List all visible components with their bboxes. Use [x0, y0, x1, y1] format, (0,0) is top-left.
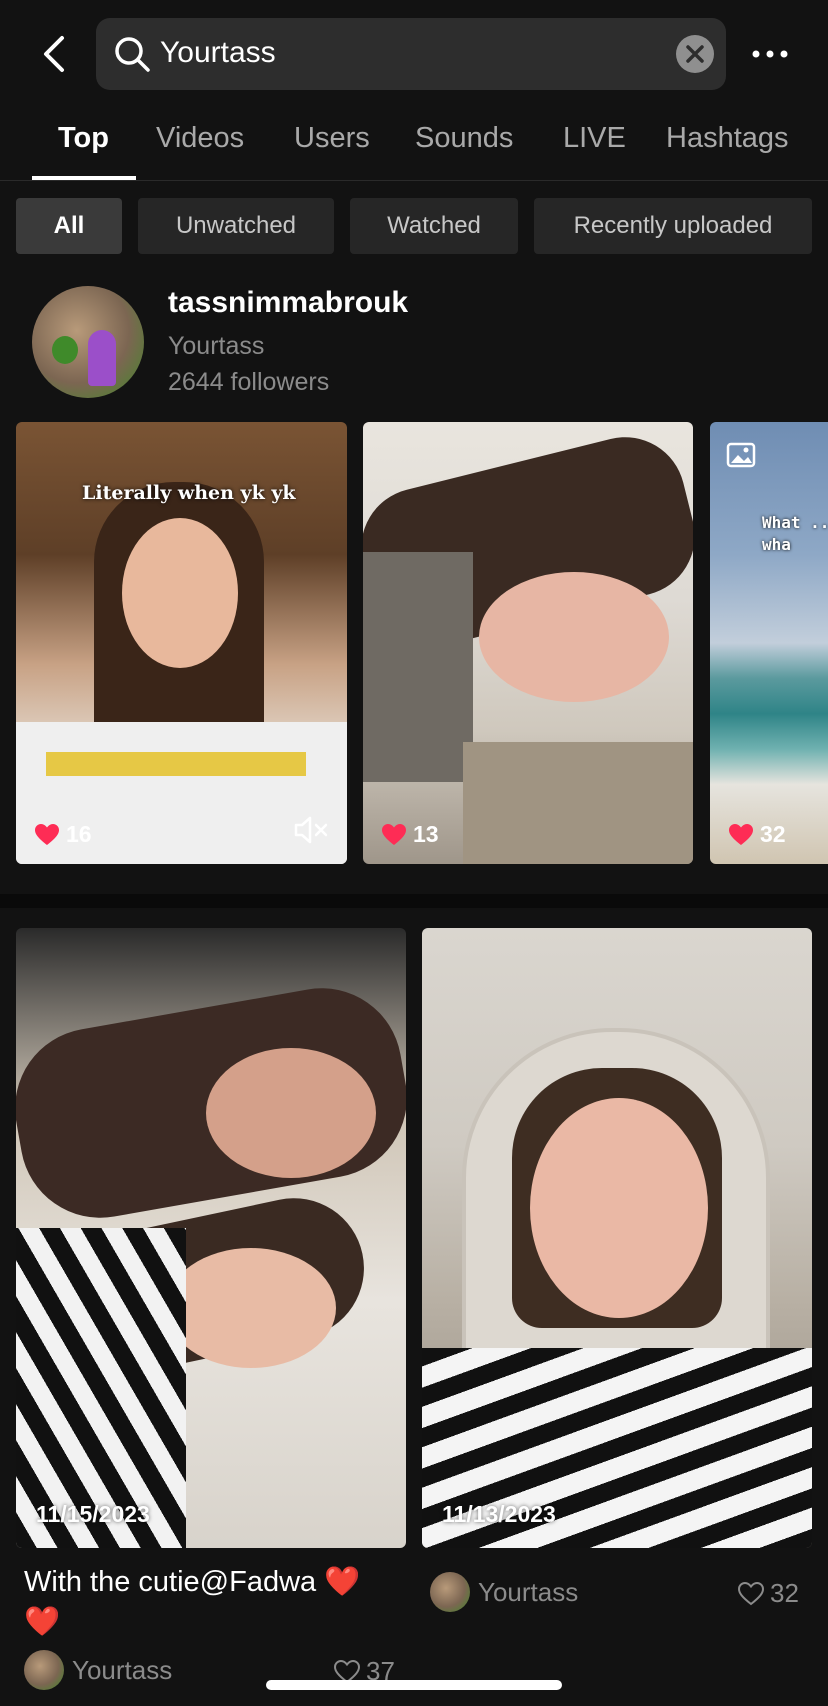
- heart-icon: [35, 823, 59, 845]
- tab-top[interactable]: Top: [58, 122, 109, 155]
- speaker-muted-icon[interactable]: [293, 815, 331, 850]
- filter-unwatched[interactable]: Unwatched: [138, 198, 334, 254]
- video-card[interactable]: 11/15/2023: [16, 928, 406, 1548]
- tabs-divider: [0, 180, 828, 181]
- user-followers: 2644 followers: [168, 368, 330, 396]
- thumbnail-likes-count: 13: [413, 821, 439, 847]
- video-caption[interactable]: With the cutie@Fadwa ❤️ ❤️: [24, 1562, 404, 1642]
- tab-live[interactable]: LIVE: [563, 122, 626, 155]
- filter-watched[interactable]: Watched: [350, 198, 518, 254]
- heart-icon: [729, 823, 753, 845]
- user-avatar[interactable]: [32, 286, 144, 398]
- back-arrow-icon[interactable]: [38, 30, 72, 78]
- like-count: 32: [770, 1578, 799, 1608]
- author-avatar: [430, 1572, 470, 1612]
- video-date: 11/15/2023: [36, 1501, 150, 1527]
- home-indicator[interactable]: [266, 1680, 562, 1690]
- heart-outline-icon: [738, 1581, 764, 1605]
- thumbnail-likes-count: 32: [760, 821, 786, 847]
- author-name: Yourtass: [478, 1576, 579, 1607]
- filter-recently-uploaded[interactable]: Recently uploaded: [534, 198, 812, 254]
- search-bar[interactable]: Yourtass: [96, 18, 726, 90]
- video-author[interactable]: Yourtass: [430, 1572, 578, 1612]
- tab-videos[interactable]: Videos: [156, 122, 244, 155]
- heart-icon: [382, 823, 406, 845]
- tab-hashtags[interactable]: Hashtags: [666, 122, 789, 155]
- author-name: Yourtass: [72, 1654, 173, 1685]
- more-options-icon[interactable]: [750, 36, 790, 72]
- thumbnail-overlay-text: What ... wha: [762, 513, 828, 554]
- video-date: 11/13/2023: [442, 1501, 556, 1527]
- author-avatar: [24, 1650, 64, 1690]
- video-card[interactable]: 11/13/2023: [422, 928, 812, 1548]
- user-nickname: Yourtass: [168, 332, 265, 360]
- thumbnail-likes: 16: [34, 821, 92, 848]
- search-icon: [112, 34, 152, 74]
- video-author[interactable]: Yourtass: [24, 1650, 172, 1690]
- image-icon: [726, 442, 756, 473]
- tab-users[interactable]: Users: [294, 122, 370, 155]
- thumbnail-likes: 32: [728, 821, 786, 848]
- search-query[interactable]: Yourtass: [160, 33, 276, 73]
- thumbnail-overlay-text: Literally when yk yk: [82, 482, 296, 504]
- thumbnail-likes-count: 16: [66, 821, 92, 847]
- section-divider: [0, 894, 828, 908]
- video-thumbnail[interactable]: 13: [363, 422, 693, 864]
- tab-sounds[interactable]: Sounds: [415, 122, 513, 155]
- filter-all[interactable]: All: [16, 198, 122, 254]
- clear-search-icon[interactable]: [676, 35, 714, 73]
- user-username[interactable]: tassnimmabrouk: [168, 286, 408, 320]
- video-like-count: 32: [738, 1578, 799, 1609]
- photo-thumbnail[interactable]: What ... wha 32: [710, 422, 828, 864]
- video-thumbnail[interactable]: Literally when yk yk 16: [16, 422, 347, 864]
- thumbnail-likes: 13: [381, 821, 439, 848]
